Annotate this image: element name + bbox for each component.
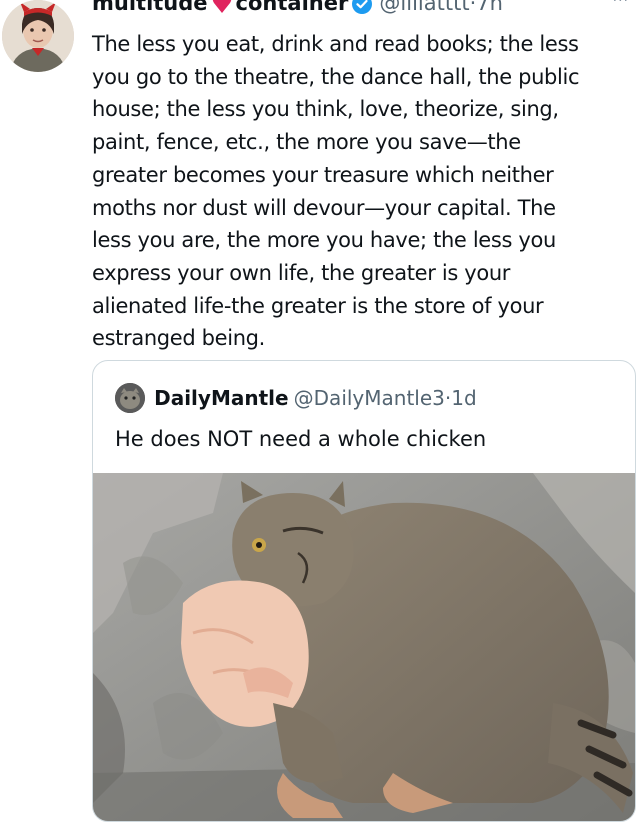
tweet-header: multitude container @llllatttt·7h ··· <box>92 0 637 17</box>
tweet-line: The less you eat, drink and read books; … <box>92 32 579 56</box>
handle[interactable]: @llllatttt <box>379 0 469 15</box>
verified-badge-icon <box>352 0 373 18</box>
display-name-part-2[interactable]: container <box>236 0 349 15</box>
quoted-tweet-text: He does NOT need a whole chicken <box>115 427 487 451</box>
tweet-line: greater becomes your treasure which neit… <box>92 162 554 187</box>
quoted-tweet[interactable]: DailyMantle @DailyMantle3·1d He does NOT… <box>92 360 636 822</box>
tweet-line: less you are, the more you have; the les… <box>92 228 556 253</box>
quoted-tweet-header: DailyMantle @DailyMantle3·1d <box>115 383 477 415</box>
tweet-line: house; the less you think, love, theoriz… <box>92 97 559 122</box>
quoted-display-name[interactable]: DailyMantle <box>154 386 288 410</box>
tweet-line: estranged being. <box>92 326 265 351</box>
tweet-line: express your own life, the greater is yo… <box>92 260 511 285</box>
display-name-part-1[interactable]: multitude <box>92 0 208 15</box>
tweet-line: paint, fence, etc., the more you save—th… <box>92 130 521 155</box>
quoted-media-image[interactable] <box>93 473 635 821</box>
quoted-timestamp[interactable]: 1d <box>451 386 476 410</box>
more-icon[interactable]: ··· <box>613 0 629 9</box>
quoted-handle[interactable]: @DailyMantle3 <box>294 386 445 410</box>
tweet-text: The less you eat, drink and read books; … <box>92 28 632 355</box>
heart-icon <box>212 0 232 17</box>
tweet-line: alienated life-the greater is the store … <box>92 293 544 318</box>
quoted-avatar[interactable] <box>115 383 145 413</box>
tweet-line: you go to the theatre, the dance hall, t… <box>92 64 580 89</box>
timestamp[interactable]: 7h <box>476 0 503 15</box>
avatar[interactable] <box>2 0 74 72</box>
tweet-line: moths nor dust will devour—your capital.… <box>92 195 556 220</box>
